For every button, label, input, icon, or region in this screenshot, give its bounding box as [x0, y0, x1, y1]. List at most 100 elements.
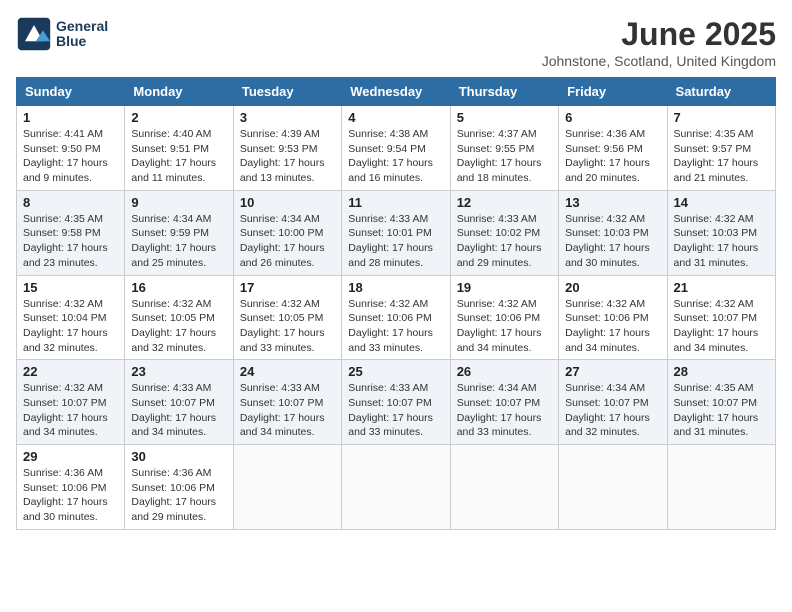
day-info: Sunrise: 4:36 AM Sunset: 9:56 PM Dayligh…	[565, 127, 660, 186]
day-info: Sunrise: 4:39 AM Sunset: 9:53 PM Dayligh…	[240, 127, 335, 186]
day-number: 4	[348, 110, 443, 125]
calendar-cell: 17 Sunrise: 4:32 AM Sunset: 10:05 PM Dayl…	[233, 275, 341, 360]
day-number: 2	[131, 110, 226, 125]
day-info: Sunrise: 4:32 AM Sunset: 10:07 PM Daylig…	[23, 381, 118, 440]
day-number: 15	[23, 280, 118, 295]
day-number: 28	[674, 364, 769, 379]
day-info: Sunrise: 4:37 AM Sunset: 9:55 PM Dayligh…	[457, 127, 552, 186]
day-info: Sunrise: 4:34 AM Sunset: 10:07 PM Daylig…	[565, 381, 660, 440]
day-info: Sunrise: 4:36 AM Sunset: 10:06 PM Daylig…	[23, 466, 118, 525]
day-info: Sunrise: 4:35 AM Sunset: 9:57 PM Dayligh…	[674, 127, 769, 186]
weekday-header-monday: Monday	[125, 78, 233, 106]
day-info: Sunrise: 4:33 AM Sunset: 10:07 PM Daylig…	[348, 381, 443, 440]
calendar-cell: 12 Sunrise: 4:33 AM Sunset: 10:02 PM Dayl…	[450, 190, 558, 275]
calendar-body: 1 Sunrise: 4:41 AM Sunset: 9:50 PM Daylig…	[17, 106, 776, 530]
calendar-week-5: 29Sunrise: 4:36 AM Sunset: 10:06 PM Dayl…	[17, 445, 776, 530]
day-info: Sunrise: 4:34 AM Sunset: 10:07 PM Daylig…	[457, 381, 552, 440]
calendar-cell: 9 Sunrise: 4:34 AM Sunset: 9:59 PM Daylig…	[125, 190, 233, 275]
calendar-week-2: 8Sunrise: 4:35 AM Sunset: 9:58 PM Daylig…	[17, 190, 776, 275]
calendar-cell: 6 Sunrise: 4:36 AM Sunset: 9:56 PM Daylig…	[559, 106, 667, 191]
weekday-header-friday: Friday	[559, 78, 667, 106]
month-title: June 2025	[542, 16, 776, 53]
day-number: 11	[348, 195, 443, 210]
calendar-cell	[559, 445, 667, 530]
day-info: Sunrise: 4:40 AM Sunset: 9:51 PM Dayligh…	[131, 127, 226, 186]
weekday-header-thursday: Thursday	[450, 78, 558, 106]
day-number: 17	[240, 280, 335, 295]
day-info: Sunrise: 4:34 AM Sunset: 9:59 PM Dayligh…	[131, 212, 226, 271]
day-number: 1	[23, 110, 118, 125]
calendar-cell: 13Sunrise: 4:32 AM Sunset: 10:03 PM Dayl…	[559, 190, 667, 275]
day-number: 3	[240, 110, 335, 125]
calendar-cell: 2 Sunrise: 4:40 AM Sunset: 9:51 PM Daylig…	[125, 106, 233, 191]
calendar-cell: 11 Sunrise: 4:33 AM Sunset: 10:01 PM Dayl…	[342, 190, 450, 275]
logo-text: General Blue	[56, 19, 108, 50]
calendar-cell	[233, 445, 341, 530]
calendar-cell: 10 Sunrise: 4:34 AM Sunset: 10:00 PM Dayl…	[233, 190, 341, 275]
day-info: Sunrise: 4:33 AM Sunset: 10:01 PM Daylig…	[348, 212, 443, 271]
calendar-cell: 16 Sunrise: 4:32 AM Sunset: 10:05 PM Dayl…	[125, 275, 233, 360]
calendar-cell: 24 Sunrise: 4:33 AM Sunset: 10:07 PM Dayl…	[233, 360, 341, 445]
logo-icon	[16, 16, 52, 52]
day-number: 21	[674, 280, 769, 295]
header: General Blue June 2025 Johnstone, Scotla…	[16, 16, 776, 69]
day-info: Sunrise: 4:32 AM Sunset: 10:06 PM Daylig…	[348, 297, 443, 356]
calendar-cell	[342, 445, 450, 530]
day-info: Sunrise: 4:35 AM Sunset: 9:58 PM Dayligh…	[23, 212, 118, 271]
calendar-cell: 20 Sunrise: 4:32 AM Sunset: 10:06 PM Dayl…	[559, 275, 667, 360]
title-area: June 2025 Johnstone, Scotland, United Ki…	[542, 16, 776, 69]
calendar-cell: 26 Sunrise: 4:34 AM Sunset: 10:07 PM Dayl…	[450, 360, 558, 445]
day-number: 12	[457, 195, 552, 210]
calendar-cell	[667, 445, 775, 530]
location: Johnstone, Scotland, United Kingdom	[542, 53, 776, 69]
calendar-cell: 22 Sunrise: 4:32 AM Sunset: 10:07 PM Dayl…	[17, 360, 125, 445]
calendar-cell: 7 Sunrise: 4:35 AM Sunset: 9:57 PM Daylig…	[667, 106, 775, 191]
calendar-cell: 8Sunrise: 4:35 AM Sunset: 9:58 PM Daylig…	[17, 190, 125, 275]
day-info: Sunrise: 4:32 AM Sunset: 10:06 PM Daylig…	[565, 297, 660, 356]
calendar-week-4: 22 Sunrise: 4:32 AM Sunset: 10:07 PM Dayl…	[17, 360, 776, 445]
calendar-week-3: 15Sunrise: 4:32 AM Sunset: 10:04 PM Dayl…	[17, 275, 776, 360]
day-number: 18	[348, 280, 443, 295]
weekday-header-saturday: Saturday	[667, 78, 775, 106]
day-info: Sunrise: 4:32 AM Sunset: 10:05 PM Daylig…	[131, 297, 226, 356]
day-number: 19	[457, 280, 552, 295]
calendar-cell: 5Sunrise: 4:37 AM Sunset: 9:55 PM Daylig…	[450, 106, 558, 191]
calendar-cell: 28 Sunrise: 4:35 AM Sunset: 10:07 PM Dayl…	[667, 360, 775, 445]
day-info: Sunrise: 4:33 AM Sunset: 10:07 PM Daylig…	[240, 381, 335, 440]
day-number: 27	[565, 364, 660, 379]
weekday-header: SundayMondayTuesdayWednesdayThursdayFrid…	[17, 78, 776, 106]
weekday-header-sunday: Sunday	[17, 78, 125, 106]
day-info: Sunrise: 4:38 AM Sunset: 9:54 PM Dayligh…	[348, 127, 443, 186]
day-number: 26	[457, 364, 552, 379]
day-number: 30	[131, 449, 226, 464]
day-number: 10	[240, 195, 335, 210]
calendar-cell: 29Sunrise: 4:36 AM Sunset: 10:06 PM Dayl…	[17, 445, 125, 530]
day-info: Sunrise: 4:32 AM Sunset: 10:07 PM Daylig…	[674, 297, 769, 356]
calendar: SundayMondayTuesdayWednesdayThursdayFrid…	[16, 77, 776, 530]
calendar-cell: 4 Sunrise: 4:38 AM Sunset: 9:54 PM Daylig…	[342, 106, 450, 191]
calendar-week-1: 1 Sunrise: 4:41 AM Sunset: 9:50 PM Daylig…	[17, 106, 776, 191]
calendar-cell: 15Sunrise: 4:32 AM Sunset: 10:04 PM Dayl…	[17, 275, 125, 360]
day-info: Sunrise: 4:35 AM Sunset: 10:07 PM Daylig…	[674, 381, 769, 440]
day-number: 6	[565, 110, 660, 125]
calendar-cell: 25Sunrise: 4:33 AM Sunset: 10:07 PM Dayl…	[342, 360, 450, 445]
day-number: 7	[674, 110, 769, 125]
day-info: Sunrise: 4:41 AM Sunset: 9:50 PM Dayligh…	[23, 127, 118, 186]
day-number: 16	[131, 280, 226, 295]
day-info: Sunrise: 4:32 AM Sunset: 10:05 PM Daylig…	[240, 297, 335, 356]
logo-line2: Blue	[56, 34, 108, 49]
day-info: Sunrise: 4:34 AM Sunset: 10:00 PM Daylig…	[240, 212, 335, 271]
day-number: 24	[240, 364, 335, 379]
day-number: 20	[565, 280, 660, 295]
day-info: Sunrise: 4:33 AM Sunset: 10:02 PM Daylig…	[457, 212, 552, 271]
day-info: Sunrise: 4:33 AM Sunset: 10:07 PM Daylig…	[131, 381, 226, 440]
day-info: Sunrise: 4:32 AM Sunset: 10:03 PM Daylig…	[674, 212, 769, 271]
logo-line1: General	[56, 19, 108, 34]
day-number: 23	[131, 364, 226, 379]
day-info: Sunrise: 4:32 AM Sunset: 10:03 PM Daylig…	[565, 212, 660, 271]
calendar-cell: 27 Sunrise: 4:34 AM Sunset: 10:07 PM Dayl…	[559, 360, 667, 445]
day-number: 22	[23, 364, 118, 379]
day-number: 9	[131, 195, 226, 210]
calendar-cell	[450, 445, 558, 530]
calendar-cell: 3 Sunrise: 4:39 AM Sunset: 9:53 PM Daylig…	[233, 106, 341, 191]
